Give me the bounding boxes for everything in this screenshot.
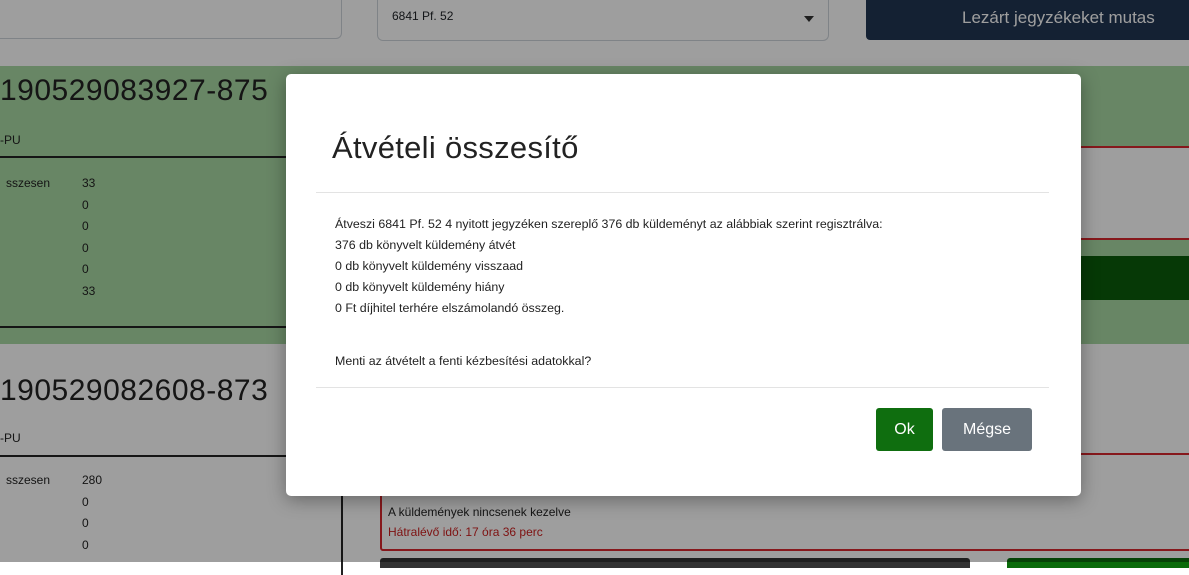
summary-line: Átveszi 6841 Pf. 52 4 nyitott jegyzéken … xyxy=(335,217,883,231)
divider xyxy=(316,192,1049,193)
cancel-button[interactable]: Mégse xyxy=(942,408,1032,451)
confirm-question: Menti az átvételt a fenti kézbesítési ad… xyxy=(335,354,592,368)
dialog-body: Átveszi 6841 Pf. 52 4 nyitott jegyzéken … xyxy=(335,214,883,319)
divider xyxy=(316,387,1049,388)
summary-line: 0 db könyvelt küldemény hiány xyxy=(335,280,505,294)
summary-line: 0 db könyvelt küldemény visszaad xyxy=(335,259,524,273)
ok-button[interactable]: Ok xyxy=(876,408,933,451)
summary-line: 0 Ft díjhitel terhére elszámolandó össze… xyxy=(335,301,565,315)
receipt-summary-dialog: Átvételi összesítő Átveszi 6841 Pf. 52 4… xyxy=(286,74,1081,496)
summary-line: 376 db könyvelt küldemény átvét xyxy=(335,238,516,252)
dialog-title: Átvételi összesítő xyxy=(332,130,579,165)
